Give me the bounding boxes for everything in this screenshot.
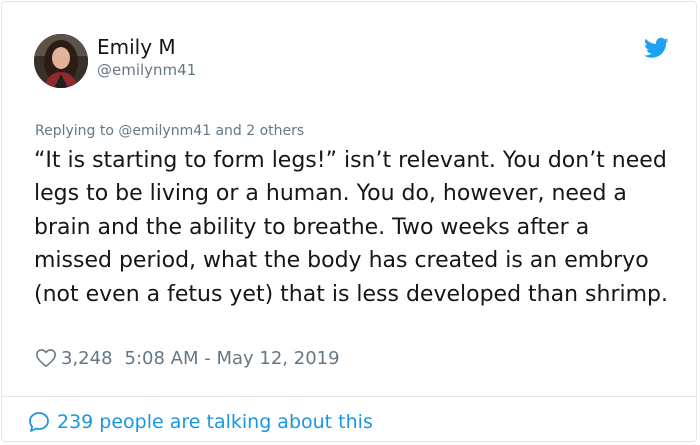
divider: [2, 396, 696, 397]
user-handle[interactable]: @emilynm41: [97, 61, 196, 79]
conversation-count-label[interactable]: 239 people are talking about this: [57, 411, 373, 433]
tweet-text: “It is starting to form legs!” isn’t rel…: [34, 148, 668, 307]
tweet-meta: 3,248 5:08 AM - May 12, 2019: [35, 346, 340, 370]
user-display-name[interactable]: Emily M: [97, 35, 176, 59]
avatar[interactable]: [34, 34, 88, 88]
tweet-card: Emily M @emilynm41 Replying to @emilynm4…: [1, 1, 697, 442]
heart-outline-icon[interactable]: [35, 347, 57, 369]
speech-bubble-icon: [29, 412, 49, 432]
twitter-bird-icon[interactable]: [644, 35, 669, 60]
tweet-timestamp[interactable]: 5:08 AM - May 12, 2019: [125, 348, 340, 369]
like-count[interactable]: 3,248: [61, 348, 113, 369]
conversation-link[interactable]: 239 people are talking about this: [27, 408, 373, 436]
replying-to-label[interactable]: Replying to @emilynm41 and 2 others: [35, 122, 304, 140]
